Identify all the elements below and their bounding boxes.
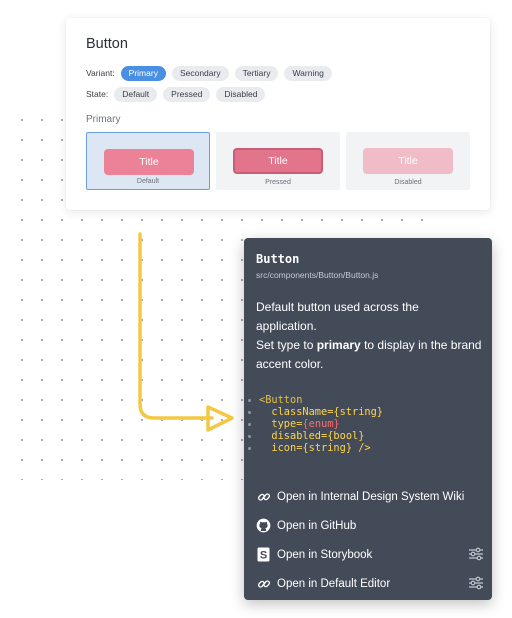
link-label: Open in Storybook — [277, 548, 373, 561]
description-line: Default button used across the applicati… — [256, 300, 419, 333]
component-description: Default button used across the applicati… — [256, 298, 482, 374]
sliders-icon[interactable] — [468, 576, 484, 593]
code-line: disabled={bool} — [244, 430, 492, 442]
file-path: src/components/Button/Button.js — [256, 270, 379, 280]
link-label: Open in Default Editor — [277, 577, 391, 590]
open-editor-link[interactable]: Open in Default Editor — [256, 569, 484, 598]
code-line: className={string} — [244, 406, 492, 418]
component-info-panel: Button src/components/Button/Button.js D… — [244, 238, 492, 600]
link-label: Open in GitHub — [277, 519, 357, 532]
open-wiki-link[interactable]: Open in Internal Design System Wiki — [256, 482, 484, 511]
code-line: type={enum} — [244, 418, 492, 430]
open-links: Open in Internal Design System Wiki Open… — [256, 482, 484, 598]
link-icon — [256, 576, 271, 591]
description-line: Set type to primary to display in the br… — [256, 338, 482, 371]
code-line: <Button — [244, 394, 492, 406]
link-icon — [256, 489, 271, 504]
open-storybook-link[interactable]: S Open in Storybook — [256, 540, 484, 569]
panel-title: Button — [256, 252, 300, 266]
sliders-icon[interactable] — [468, 547, 484, 564]
github-icon — [256, 518, 271, 533]
link-label: Open in Internal Design System Wiki — [277, 490, 465, 503]
emphasis-text: primary — [316, 338, 361, 352]
storybook-icon: S — [256, 547, 271, 562]
svg-text:S: S — [260, 550, 267, 562]
code-line: icon={string} /> — [244, 442, 492, 454]
open-github-link[interactable]: Open in GitHub — [256, 511, 484, 540]
code-snippet: <Button className={string} type={enum} d… — [244, 394, 492, 454]
